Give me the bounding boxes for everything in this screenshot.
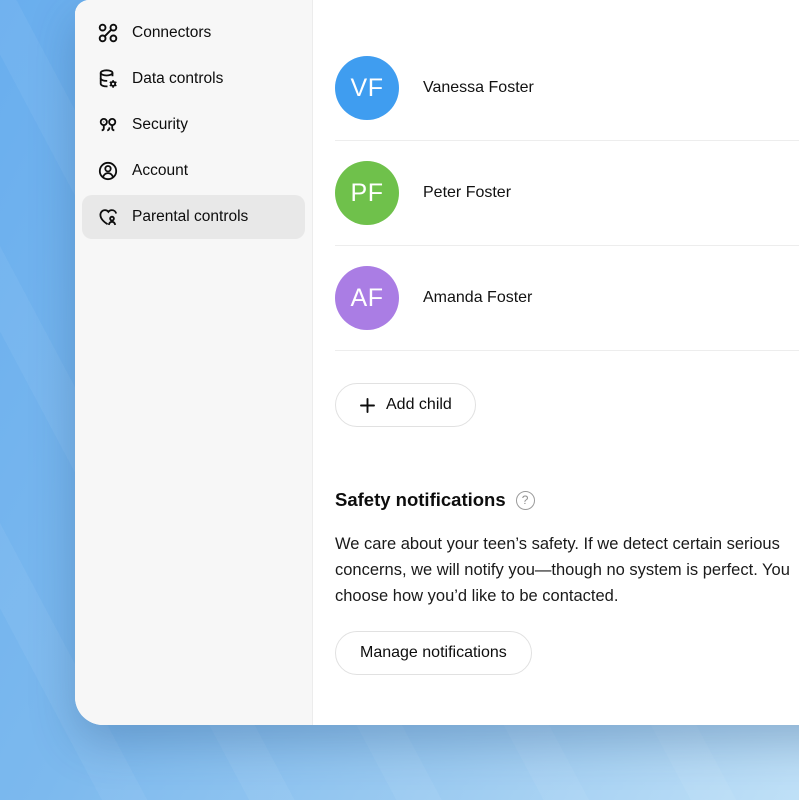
avatar-initials: VF — [351, 74, 384, 103]
family-member-row[interactable]: PF Peter Foster — [335, 141, 799, 246]
sidebar-item-data-controls[interactable]: Data controls — [82, 57, 305, 101]
family-member-row[interactable]: VF Vanessa Foster — [335, 36, 799, 141]
person-circle-icon — [97, 160, 119, 182]
member-name: Peter Foster — [423, 184, 511, 202]
avatar-initials: AF — [351, 284, 384, 313]
member-name: Vanessa Foster — [423, 79, 534, 97]
sidebar-item-label: Connectors — [132, 24, 211, 42]
safety-notifications-description: We care about your teen’s safety. If we … — [335, 531, 799, 609]
question-circle-icon[interactable]: ? — [516, 491, 535, 510]
sidebar-item-parental-controls[interactable]: Parental controls — [82, 195, 305, 239]
family-members-list: VF Vanessa Foster PF Peter Foster AF Ama… — [335, 36, 799, 351]
sidebar-item-label: Security — [132, 116, 188, 134]
description-line: We care about your teen’s safety. If we … — [335, 531, 799, 557]
sidebar-item-label: Parental controls — [132, 208, 248, 226]
add-child-label: Add child — [386, 396, 452, 414]
family-member-row[interactable]: AF Amanda Foster — [335, 246, 799, 351]
avatar-initials: PF — [351, 179, 384, 208]
settings-modal: Connectors — [75, 0, 799, 725]
description-line: concerns, we will notify you—though no s… — [335, 557, 799, 583]
avatar: PF — [335, 161, 399, 225]
heart-person-icon — [97, 206, 119, 228]
sidebar-item-connectors[interactable]: Connectors — [82, 11, 305, 55]
safety-notifications-header: Safety notifications ? — [335, 489, 799, 511]
sidebar-item-account[interactable]: Account — [82, 149, 305, 193]
plus-icon — [359, 397, 376, 414]
description-line: choose how you’d like to be contacted. — [335, 583, 799, 609]
avatar: AF — [335, 266, 399, 330]
sidebar-item-label: Data controls — [132, 70, 223, 88]
section-title: Safety notifications — [335, 489, 506, 511]
database-gear-icon — [97, 68, 119, 90]
member-name: Amanda Foster — [423, 289, 532, 307]
add-child-button[interactable]: Add child — [335, 383, 476, 427]
connectors-icon — [97, 22, 119, 44]
parental-controls-panel: VF Vanessa Foster PF Peter Foster AF Ama… — [313, 0, 799, 725]
manage-notifications-button[interactable]: Manage notifications — [335, 631, 532, 675]
manage-notifications-label: Manage notifications — [360, 644, 507, 662]
sidebar-item-label: Account — [132, 162, 188, 180]
keys-icon — [97, 114, 119, 136]
avatar: VF — [335, 56, 399, 120]
sidebar-item-security[interactable]: Security — [82, 103, 305, 147]
settings-sidebar: Connectors — [75, 0, 313, 725]
